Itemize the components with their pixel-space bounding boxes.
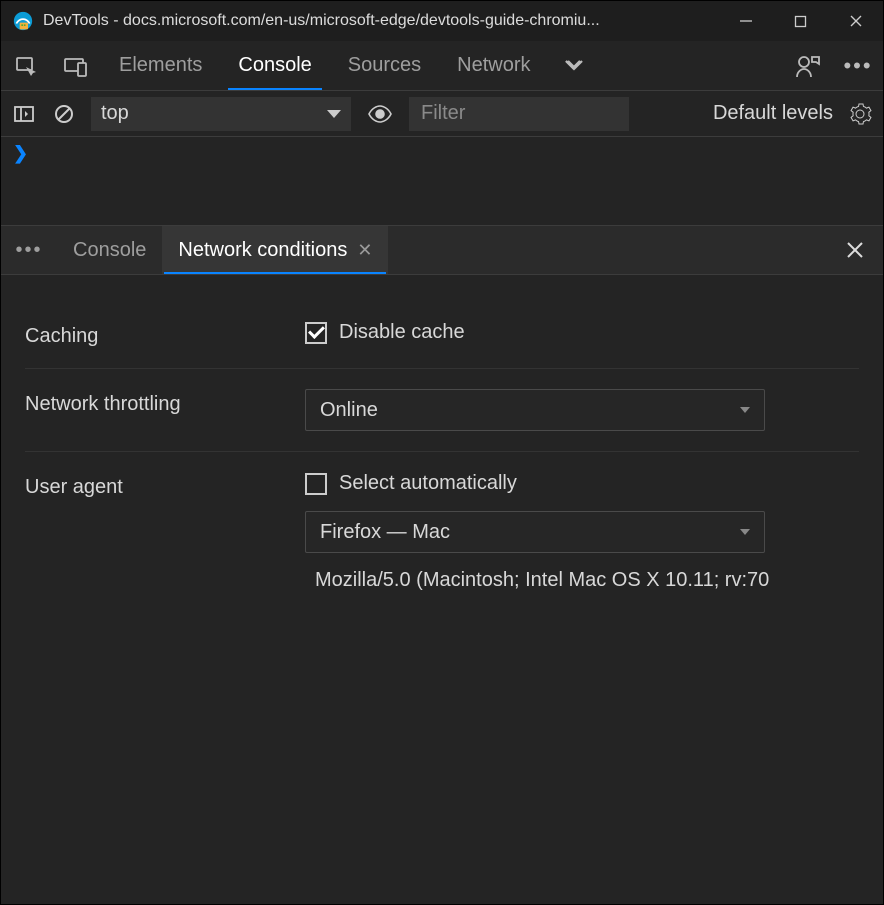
main-tab-bar: Elements Console Sources Network ••• [1, 41, 883, 91]
close-tab-icon[interactable]: ✕ [357, 240, 372, 261]
drawer-tab-bar: ••• Console Network conditions ✕ [1, 225, 883, 275]
more-tabs-icon[interactable] [549, 41, 599, 90]
tab-label: Sources [348, 54, 421, 77]
checkbox-icon [305, 473, 327, 495]
window-close-button[interactable] [828, 1, 883, 41]
user-agent-row: User agent Select automatically Firefox … [25, 452, 859, 612]
network-conditions-panel: Caching Disable cache Network throttling… [1, 275, 883, 904]
chevron-down-icon [740, 529, 750, 535]
tab-label: Console [238, 54, 311, 77]
tab-label: Elements [119, 54, 202, 77]
console-prompt: ❯ [13, 143, 28, 163]
checkbox-label: Select automatically [339, 472, 517, 495]
select-value: Firefox — Mac [320, 521, 450, 544]
device-toolbar-icon[interactable] [51, 41, 101, 90]
user-agent-label: User agent [25, 472, 305, 499]
title-bar: DevTools - docs.microsoft.com/en-us/micr… [1, 1, 883, 41]
customize-menu-icon[interactable]: ••• [833, 41, 883, 90]
filter-input[interactable] [409, 97, 629, 131]
live-expression-icon[interactable] [365, 104, 395, 124]
window-minimize-button[interactable] [718, 1, 773, 41]
caching-row: Caching Disable cache [25, 301, 859, 369]
context-selector[interactable]: top [91, 97, 351, 131]
checkbox-icon [305, 322, 327, 344]
tab-console[interactable]: Console [220, 41, 329, 90]
devtools-window: DevTools - docs.microsoft.com/en-us/micr… [0, 0, 884, 905]
drawer-more-icon[interactable]: ••• [1, 226, 57, 274]
toggle-sidebar-icon[interactable] [11, 101, 37, 127]
user-agent-string: Mozilla/5.0 (Macintosh; Intel Mac OS X 1… [305, 569, 859, 592]
feedback-icon[interactable] [783, 41, 833, 90]
tab-label: Network conditions [178, 239, 347, 262]
log-levels-selector[interactable]: Default levels [713, 102, 833, 125]
throttling-select[interactable]: Online [305, 389, 765, 431]
chevron-down-icon [740, 407, 750, 413]
throttling-row: Network throttling Online [25, 369, 859, 452]
disable-cache-checkbox[interactable]: Disable cache [305, 321, 859, 344]
caching-label: Caching [25, 321, 305, 348]
window-maximize-button[interactable] [773, 1, 828, 41]
devtools-app-icon [13, 11, 33, 31]
drawer-tab-console[interactable]: Console [57, 226, 162, 274]
inspect-element-icon[interactable] [1, 41, 51, 90]
chevron-down-icon [327, 110, 341, 118]
window-title: DevTools - docs.microsoft.com/en-us/micr… [43, 12, 718, 30]
tab-elements[interactable]: Elements [101, 41, 220, 90]
ua-auto-checkbox[interactable]: Select automatically [305, 472, 859, 495]
console-toolbar: top Default levels [1, 91, 883, 137]
clear-console-icon[interactable] [51, 101, 77, 127]
select-value: Online [320, 399, 378, 422]
tab-network[interactable]: Network [439, 41, 548, 90]
throttling-label: Network throttling [25, 389, 305, 416]
context-value: top [101, 102, 129, 125]
drawer-close-button[interactable] [827, 226, 883, 274]
console-settings-icon[interactable] [847, 101, 873, 127]
checkbox-label: Disable cache [339, 321, 465, 344]
user-agent-select[interactable]: Firefox — Mac [305, 511, 765, 553]
drawer-tab-network-conditions[interactable]: Network conditions ✕ [162, 226, 388, 274]
console-output[interactable]: ❯ [1, 137, 883, 225]
tab-label: Network [457, 54, 530, 77]
tab-sources[interactable]: Sources [330, 41, 439, 90]
tab-label: Console [73, 239, 146, 262]
